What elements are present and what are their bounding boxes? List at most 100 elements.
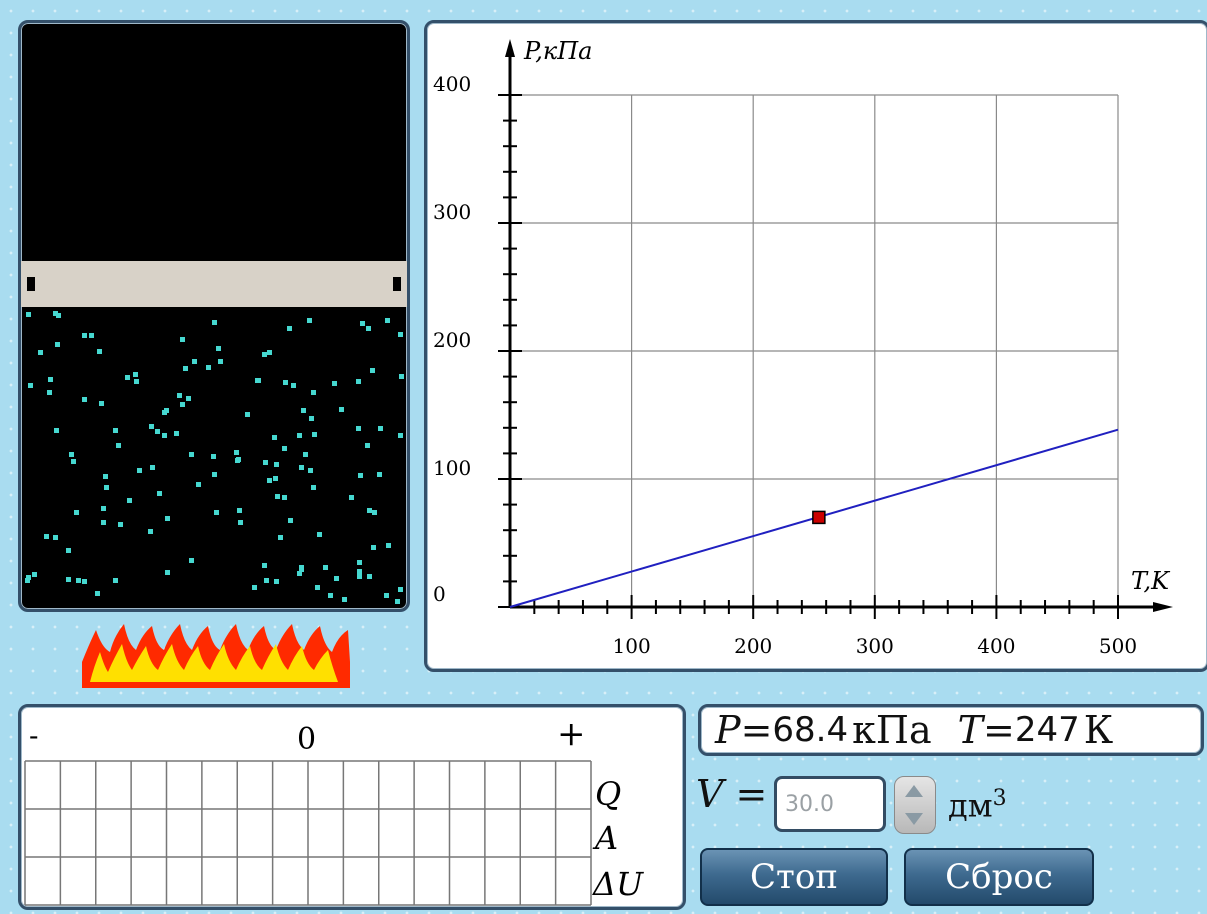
gas-molecule [299, 567, 304, 572]
gas-molecule [95, 591, 100, 596]
spinner-down-icon[interactable] [899, 807, 929, 831]
gas-molecule [357, 560, 362, 565]
gas-molecule [274, 579, 279, 584]
graph-grid [510, 94, 1119, 607]
gas-molecule [32, 572, 37, 577]
volume-unit-base: дм [948, 786, 993, 825]
gas-molecule [332, 381, 337, 386]
gas-molecule [165, 570, 170, 575]
gas-molecule [48, 377, 53, 382]
gas-molecule [125, 375, 130, 380]
gas-molecule [315, 585, 320, 590]
stop-button[interactable]: Стоп [700, 848, 888, 906]
gas-molecule [74, 510, 79, 515]
gas-molecule [323, 565, 328, 570]
gas-molecule [214, 510, 219, 515]
gas-molecule [360, 321, 365, 326]
gas-molecule [307, 318, 312, 323]
gas-molecule [56, 313, 61, 318]
energy-panel: - 0 + Q A ΔU [18, 704, 686, 910]
spinner-up-icon[interactable] [899, 779, 929, 803]
gas-molecule [155, 429, 160, 434]
gas-molecule [89, 333, 94, 338]
gas-molecule [378, 426, 383, 431]
pressure-value: 68.4 [772, 710, 849, 750]
volume-input[interactable] [774, 776, 886, 832]
gas-molecule [308, 468, 313, 473]
gas-molecule [245, 412, 250, 417]
gas-molecule [299, 465, 304, 470]
gas-molecule [118, 522, 123, 527]
burner-flame-icon [82, 624, 350, 688]
gas-molecule [365, 443, 370, 448]
gas-molecule [133, 372, 138, 377]
gas-molecule [211, 454, 216, 459]
gas-molecule [264, 578, 269, 583]
energy-chart: - 0 + Q A ΔU [24, 714, 644, 906]
volume-label: V = [696, 772, 767, 816]
gas-molecule [28, 383, 33, 388]
pressure-unit: кПа [852, 708, 932, 752]
y-tick-label: 200 [433, 328, 471, 352]
y-tick-label: 400 [433, 72, 471, 96]
gas-molecule [357, 574, 362, 579]
gas-molecule [148, 529, 153, 534]
gas-molecule [66, 548, 71, 553]
x-tick-label: 400 [977, 634, 1015, 658]
gas-molecule [71, 459, 76, 464]
reset-button[interactable]: Сброс [904, 848, 1094, 906]
gas-molecule [162, 410, 167, 415]
gas-molecule [384, 593, 389, 598]
volume-eq: = [735, 772, 768, 816]
gas-molecule [44, 534, 49, 539]
gas-molecule [162, 433, 167, 438]
gas-molecule [311, 390, 316, 395]
gas-molecule [385, 318, 390, 323]
gas-molecule [212, 320, 217, 325]
gas-molecule [82, 397, 87, 402]
x-tick-labels: 100 200 300 400 500 [613, 634, 1138, 658]
gas-cylinder [18, 20, 410, 612]
pt-graph-panel: 0 100 200 300 400 100 200 300 400 500 P,кПа T,K [424, 20, 1207, 672]
gas-molecule [262, 352, 267, 357]
temperature-value: 247 [1014, 710, 1080, 750]
gas-molecule [398, 332, 403, 337]
y-tick-label: 300 [433, 200, 471, 224]
gas-molecule [183, 366, 188, 371]
gas-molecule [26, 312, 31, 317]
gas-molecule [262, 563, 267, 568]
gas-molecule [113, 428, 118, 433]
gas-molecule [238, 520, 243, 525]
gas-molecule [288, 518, 293, 523]
gas-molecule [113, 578, 118, 583]
energy-row-du-label: ΔU [591, 865, 644, 903]
gas-molecule [356, 426, 361, 431]
gas-molecule [317, 532, 322, 537]
gas-molecule [206, 365, 211, 370]
gas-molecule [366, 326, 371, 331]
y-tick-label: 0 [433, 582, 446, 606]
gas-molecule [180, 402, 185, 407]
energy-row-a-label: A [592, 819, 618, 857]
gas-molecule [370, 368, 375, 373]
gas-molecule [97, 349, 102, 354]
gas-molecule [116, 443, 121, 448]
energy-plus-label: + [557, 714, 586, 754]
gas-molecule [174, 431, 179, 436]
gas-molecule [54, 428, 59, 433]
gas-molecule [137, 468, 142, 473]
piston [21, 261, 407, 307]
gas-molecule [278, 535, 283, 540]
gas-molecule [150, 465, 155, 470]
gas-molecule [312, 432, 317, 437]
piston-stop-right [393, 277, 401, 291]
gas-molecule [82, 579, 87, 584]
x-axis-arrow-icon [1153, 602, 1173, 612]
gas-molecule [386, 543, 391, 548]
volume-spinner[interactable] [894, 776, 936, 834]
gas-molecule [356, 379, 361, 384]
gas-molecule [398, 433, 403, 438]
gas-molecule [218, 359, 223, 364]
gas-molecule [134, 379, 139, 384]
gas-molecule [256, 378, 261, 383]
